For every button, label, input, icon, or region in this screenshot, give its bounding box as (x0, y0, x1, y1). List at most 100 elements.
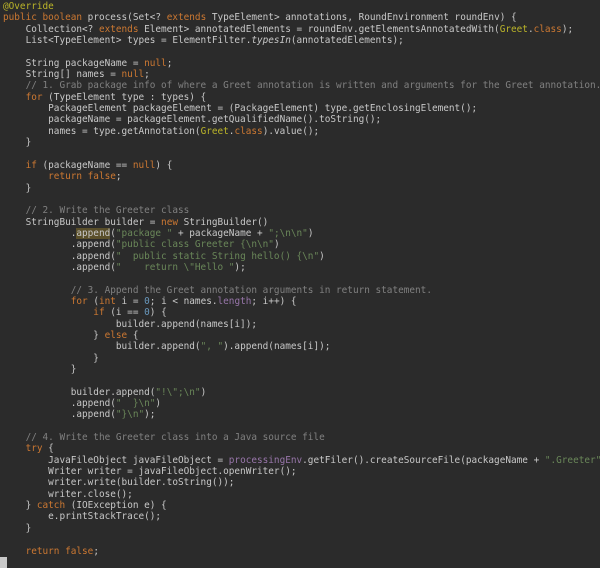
code-token: else (104, 329, 133, 341)
code-line[interactable]: .append(" public static String hello() {… (0, 251, 600, 262)
code-line[interactable]: .append("package " + packageName + ";\n\… (0, 227, 600, 239)
code-line[interactable]: String packageName = null; (0, 58, 600, 69)
code-editor[interactable]: @Override public boolean process(Set<? ex… (0, 0, 600, 568)
code-token: } (3, 352, 99, 364)
code-line[interactable]: writer.write(builder.toString()); (0, 477, 600, 488)
code-line[interactable]: } (0, 183, 600, 194)
code-token: process(Set<? (87, 12, 167, 24)
code-line[interactable]: .append("public class Greeter {\n\n") (0, 239, 600, 250)
code-line[interactable]: StringBuilder builder = new StringBuilde… (0, 217, 600, 228)
code-token: writer.write(builder.toString()); (3, 477, 235, 489)
code-token: " }\n" (115, 398, 156, 410)
code-line[interactable]: } else { (0, 330, 600, 341)
code-line[interactable]: // 3. Append the Greet annotation argume… (0, 285, 600, 296)
code-line[interactable]: Writer writer = javaFileObject.openWrite… (0, 466, 600, 477)
code-token: + packageName + (172, 227, 269, 239)
code-line[interactable]: // 2. Write the Greeter class (0, 205, 600, 216)
code-token: Writer writer = javaFileObject.openWrite… (3, 466, 297, 478)
code-line[interactable]: PackageElement packageElement = (Package… (0, 103, 600, 114)
code-line[interactable]: // 4. Write the Greeter class into a Jav… (0, 432, 600, 443)
code-line[interactable]: writer.close(); (0, 489, 600, 500)
code-line[interactable] (0, 557, 600, 568)
code-line[interactable]: } (0, 364, 600, 375)
code-line[interactable] (0, 421, 600, 432)
code-token: return false (3, 545, 94, 557)
code-line[interactable]: for (int i = 0; i < names.length; i++) { (0, 296, 600, 307)
code-line[interactable]: if (packageName == null) { (0, 160, 600, 171)
code-line[interactable] (0, 46, 600, 57)
code-line[interactable]: return false; (0, 546, 600, 557)
code-line[interactable]: List<TypeElement> types = ElementFilter.… (0, 35, 600, 46)
code-token: } (3, 364, 77, 375)
code-line[interactable]: builder.append("!\";\n") (0, 387, 600, 398)
code-token: extends (166, 12, 212, 24)
code-token: ) (273, 239, 280, 251)
code-line[interactable]: e.printStackTrace(); (0, 511, 600, 522)
code-token: builder.append( (3, 341, 201, 353)
code-token: StringBuilder builder = (3, 216, 162, 228)
code-token: ", " (200, 341, 224, 353)
code-token: .append( (3, 261, 116, 273)
code-line[interactable]: } (0, 137, 600, 148)
code-token: .append( (3, 398, 116, 410)
code-token: ) (319, 250, 325, 262)
code-line[interactable]: .append(" }\n") (0, 398, 600, 409)
code-line[interactable] (0, 273, 600, 284)
code-token: List<TypeElement> types = ElementFilter. (3, 35, 252, 47)
code-token: public boolean (3, 12, 88, 24)
code-line[interactable]: names = type.getAnnotation(Greet.class).… (0, 126, 600, 137)
code-token: null (144, 57, 167, 69)
code-line[interactable]: builder.append(names[i]); (0, 319, 600, 330)
code-line[interactable]: Collection<? extends Element> annotatedE… (0, 24, 600, 35)
code-token: for (3, 295, 94, 307)
code-line[interactable]: } catch (IOException e) { (0, 500, 600, 511)
code-token: (annotatedElements); (290, 35, 404, 47)
code-line[interactable]: public boolean process(Set<? extends Typ… (0, 12, 600, 23)
code-token: ); (234, 261, 246, 273)
code-token: ".Greeter" (544, 454, 600, 466)
code-line[interactable]: .append("}\n"); (0, 409, 600, 420)
code-token: "}\n" (115, 409, 145, 421)
code-line[interactable] (0, 194, 600, 205)
code-line[interactable] (0, 148, 600, 159)
code-line[interactable]: @Override (0, 1, 600, 12)
code-token: e.printStackTrace(); (3, 511, 162, 523)
code-token: ); (144, 409, 156, 421)
code-token: StringBuilder() (183, 216, 269, 228)
code-token: @Override (3, 1, 54, 12)
code-token: ).value(); (262, 125, 320, 137)
code-token: null (121, 69, 145, 81)
code-line[interactable]: JavaFileObject javaFileObject = processi… (0, 455, 600, 466)
code-line[interactable]: } (0, 523, 600, 534)
code-token: Greet (499, 23, 528, 35)
code-line[interactable]: if (i == 0) { (0, 307, 600, 318)
code-token: Greet (200, 125, 229, 137)
code-line[interactable]: // 1. Grab package info of where a Greet… (0, 80, 600, 91)
code-token: length (217, 295, 252, 307)
code-token: ; i++) { (251, 295, 297, 307)
code-line[interactable]: return false; (0, 171, 600, 182)
code-line[interactable] (0, 534, 600, 545)
code-token: } (3, 137, 32, 149)
code-line[interactable] (0, 375, 600, 386)
code-token: builder.append( (3, 386, 156, 398)
code-token: processingEnv (228, 454, 303, 466)
code-token: class (533, 23, 562, 35)
code-line[interactable]: .append(" return \"Hello "); (0, 262, 600, 273)
code-token: class (234, 125, 263, 137)
code-line[interactable]: try { (0, 443, 600, 454)
code-line[interactable]: String[] names = null; (0, 69, 600, 80)
code-token: // 1. Grab package info of where a Greet… (3, 80, 600, 92)
code-token: names = type.getAnnotation( (3, 125, 201, 137)
code-token: ) { (155, 159, 173, 171)
code-line[interactable]: for (TypeElement type : types) { (0, 92, 600, 103)
code-line[interactable]: packageName = packageElement.getQualifie… (0, 114, 600, 125)
code-token: ) (200, 386, 207, 398)
code-line[interactable]: } (0, 353, 600, 364)
code-line[interactable]: builder.append(", ").append(names[i]); (0, 341, 600, 352)
code-token: extends (98, 23, 145, 35)
code-token: (TypeElement type : types) { (48, 91, 207, 103)
code-token: ) (155, 398, 162, 410)
code-token: ) { (149, 307, 167, 319)
code-token: null (132, 159, 156, 171)
